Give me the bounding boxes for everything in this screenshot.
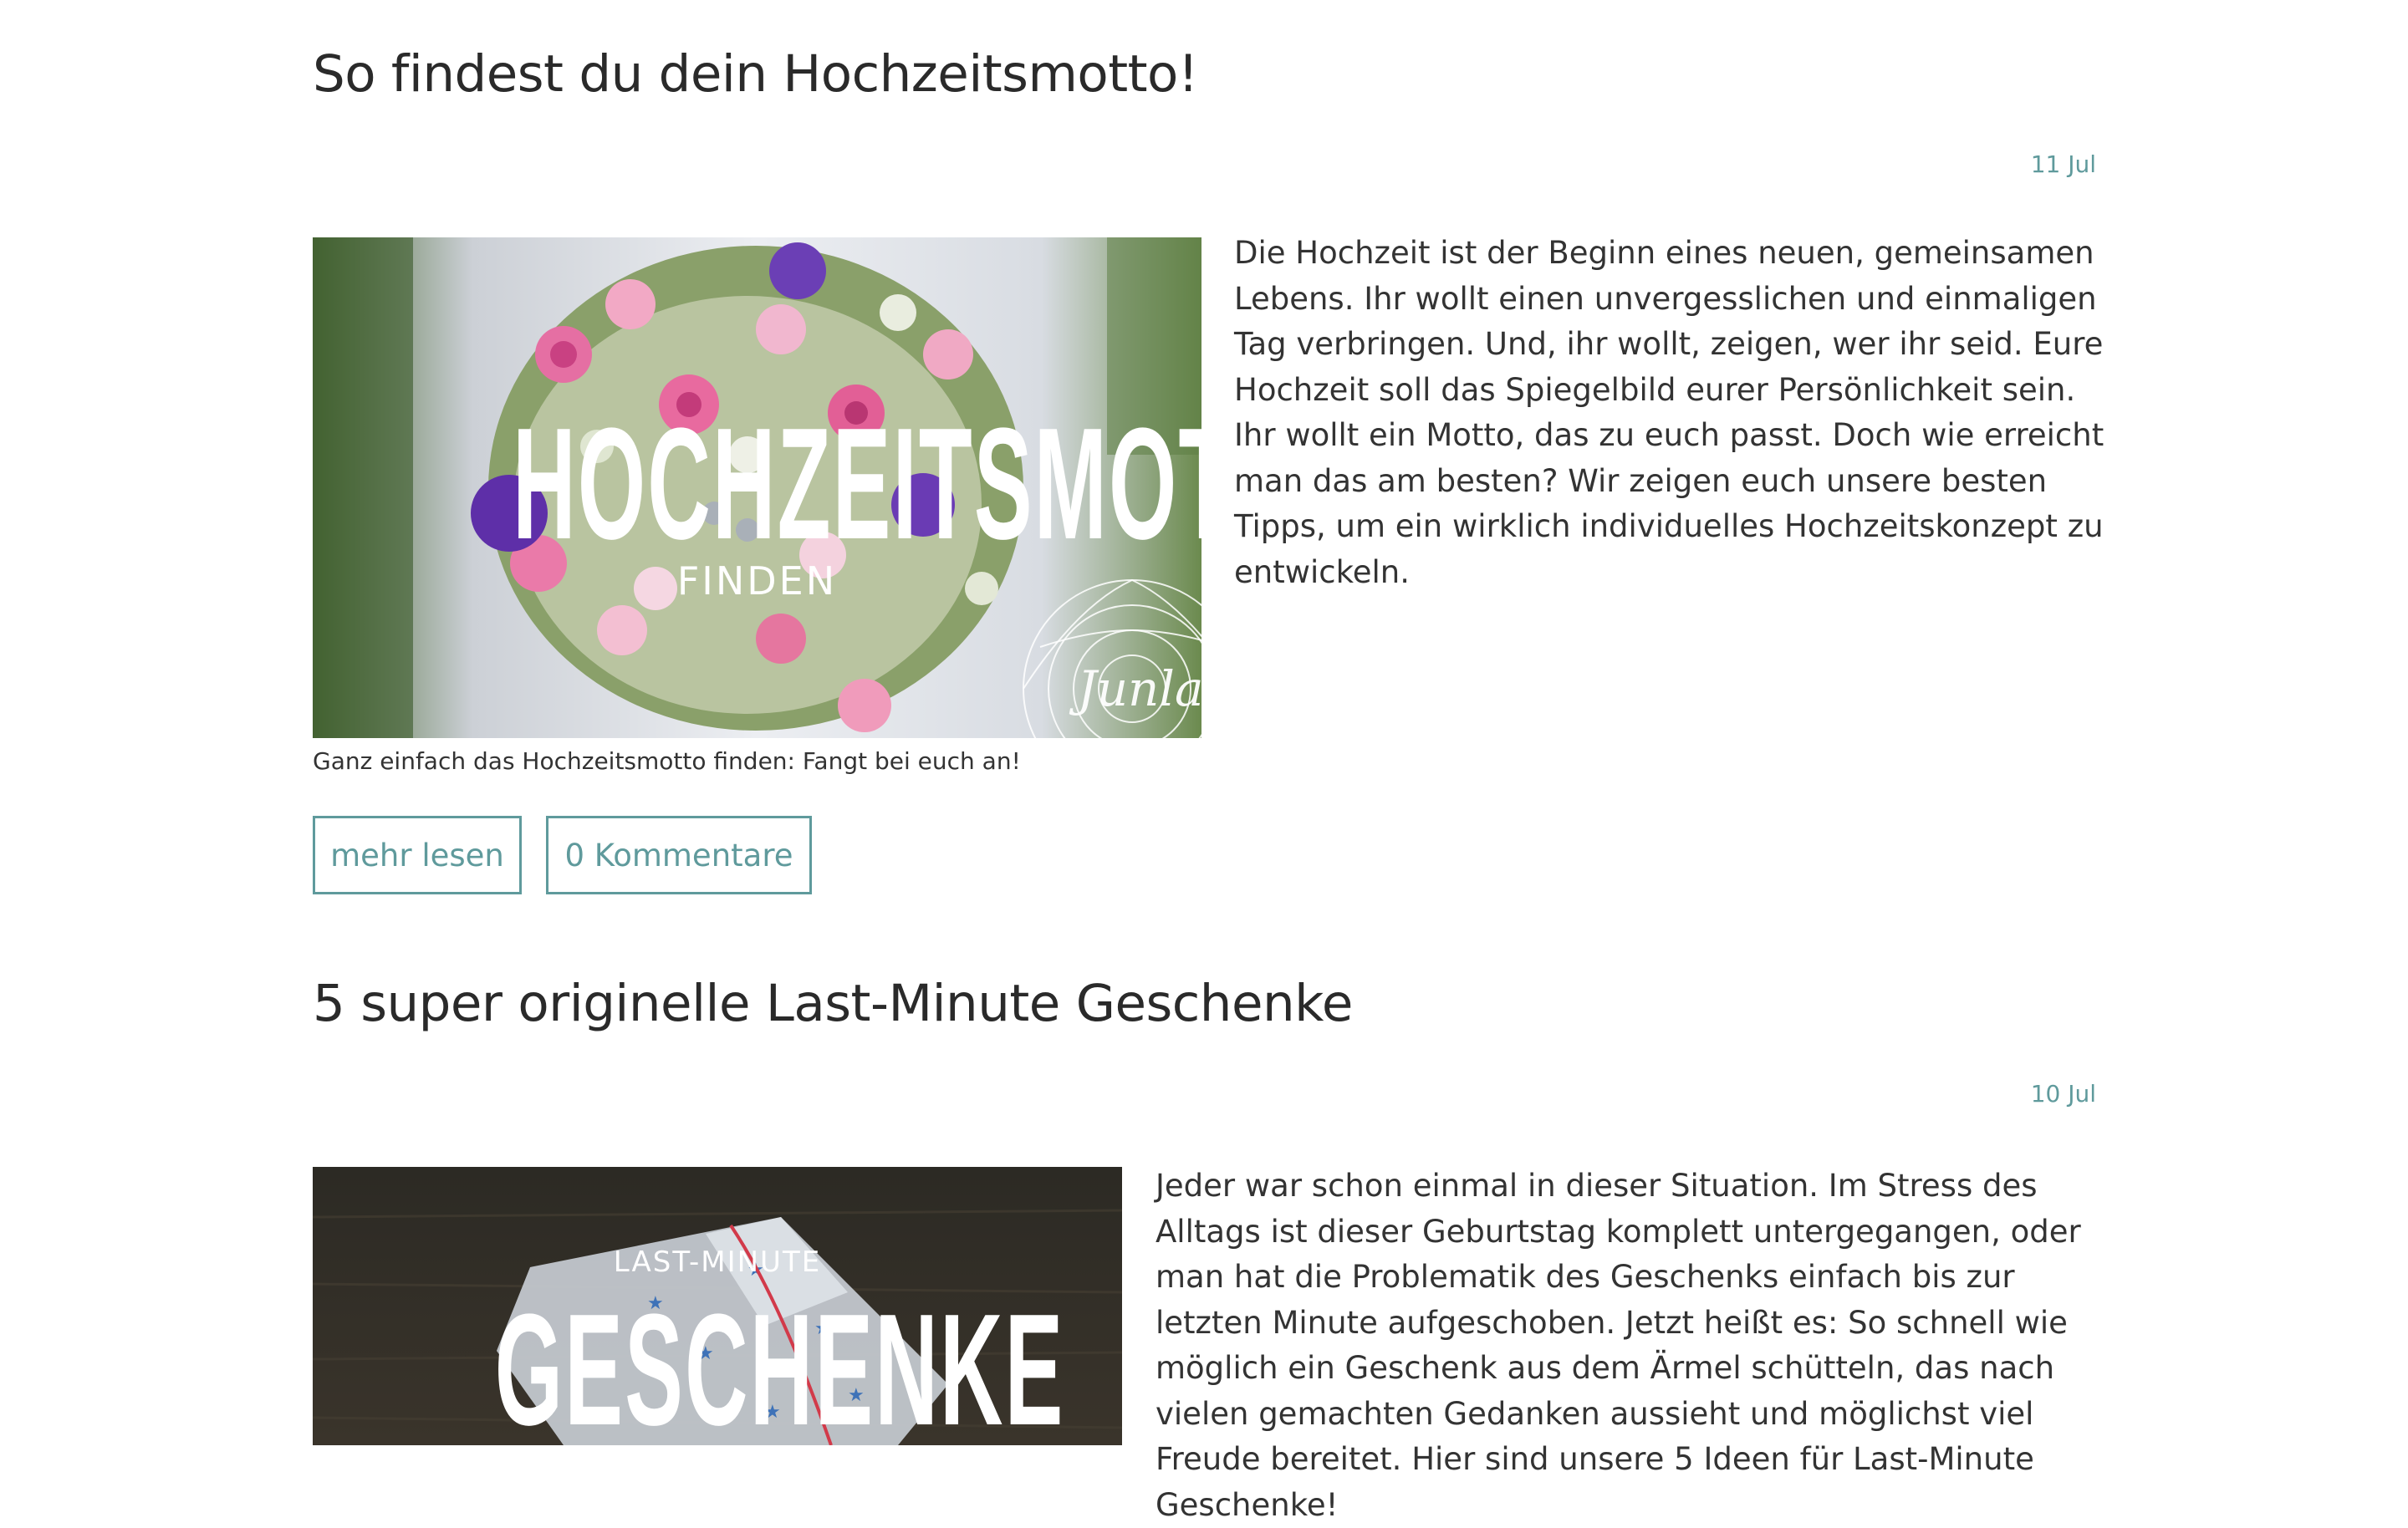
post-title[interactable]: So findest du dein Hochzeitsmotto! <box>313 48 1198 99</box>
image-headline: GESCHENKE <box>494 1281 1065 1445</box>
image-subline: FINDEN <box>676 558 838 604</box>
post-date: 10 Jul <box>2030 1080 2096 1108</box>
post-thumbnail[interactable]: Junla HOCHZEITSMOTTO FINDEN <box>313 237 1201 738</box>
post-title[interactable]: 5 super originelle Last-Minute Geschenke <box>313 978 1353 1029</box>
post-excerpt: Jeder war schon einmal in dieser Situati… <box>1156 1168 2081 1523</box>
post-excerpt: Die Hochzeit ist der Beginn eines neuen,… <box>1234 235 2104 590</box>
image-headline: HOCHZEITSMOTTO <box>513 395 1201 573</box>
post-date: 11 Jul <box>2030 150 2096 178</box>
post-thumbnail[interactable]: ★ ★ ★ ★ ★ ★ ★ LAST-MINUTE GESCHENKE <box>313 1167 1122 1445</box>
image-kicker: LAST-MINUTE <box>613 1245 822 1279</box>
svg-text:Junla: Junla <box>1069 660 1201 717</box>
read-more-button[interactable]: mehr lesen <box>313 816 522 894</box>
comments-button[interactable]: 0 Kommentare <box>546 816 812 894</box>
image-caption: Ganz einfach das Hochzeitsmotto finden: … <box>313 747 1021 775</box>
